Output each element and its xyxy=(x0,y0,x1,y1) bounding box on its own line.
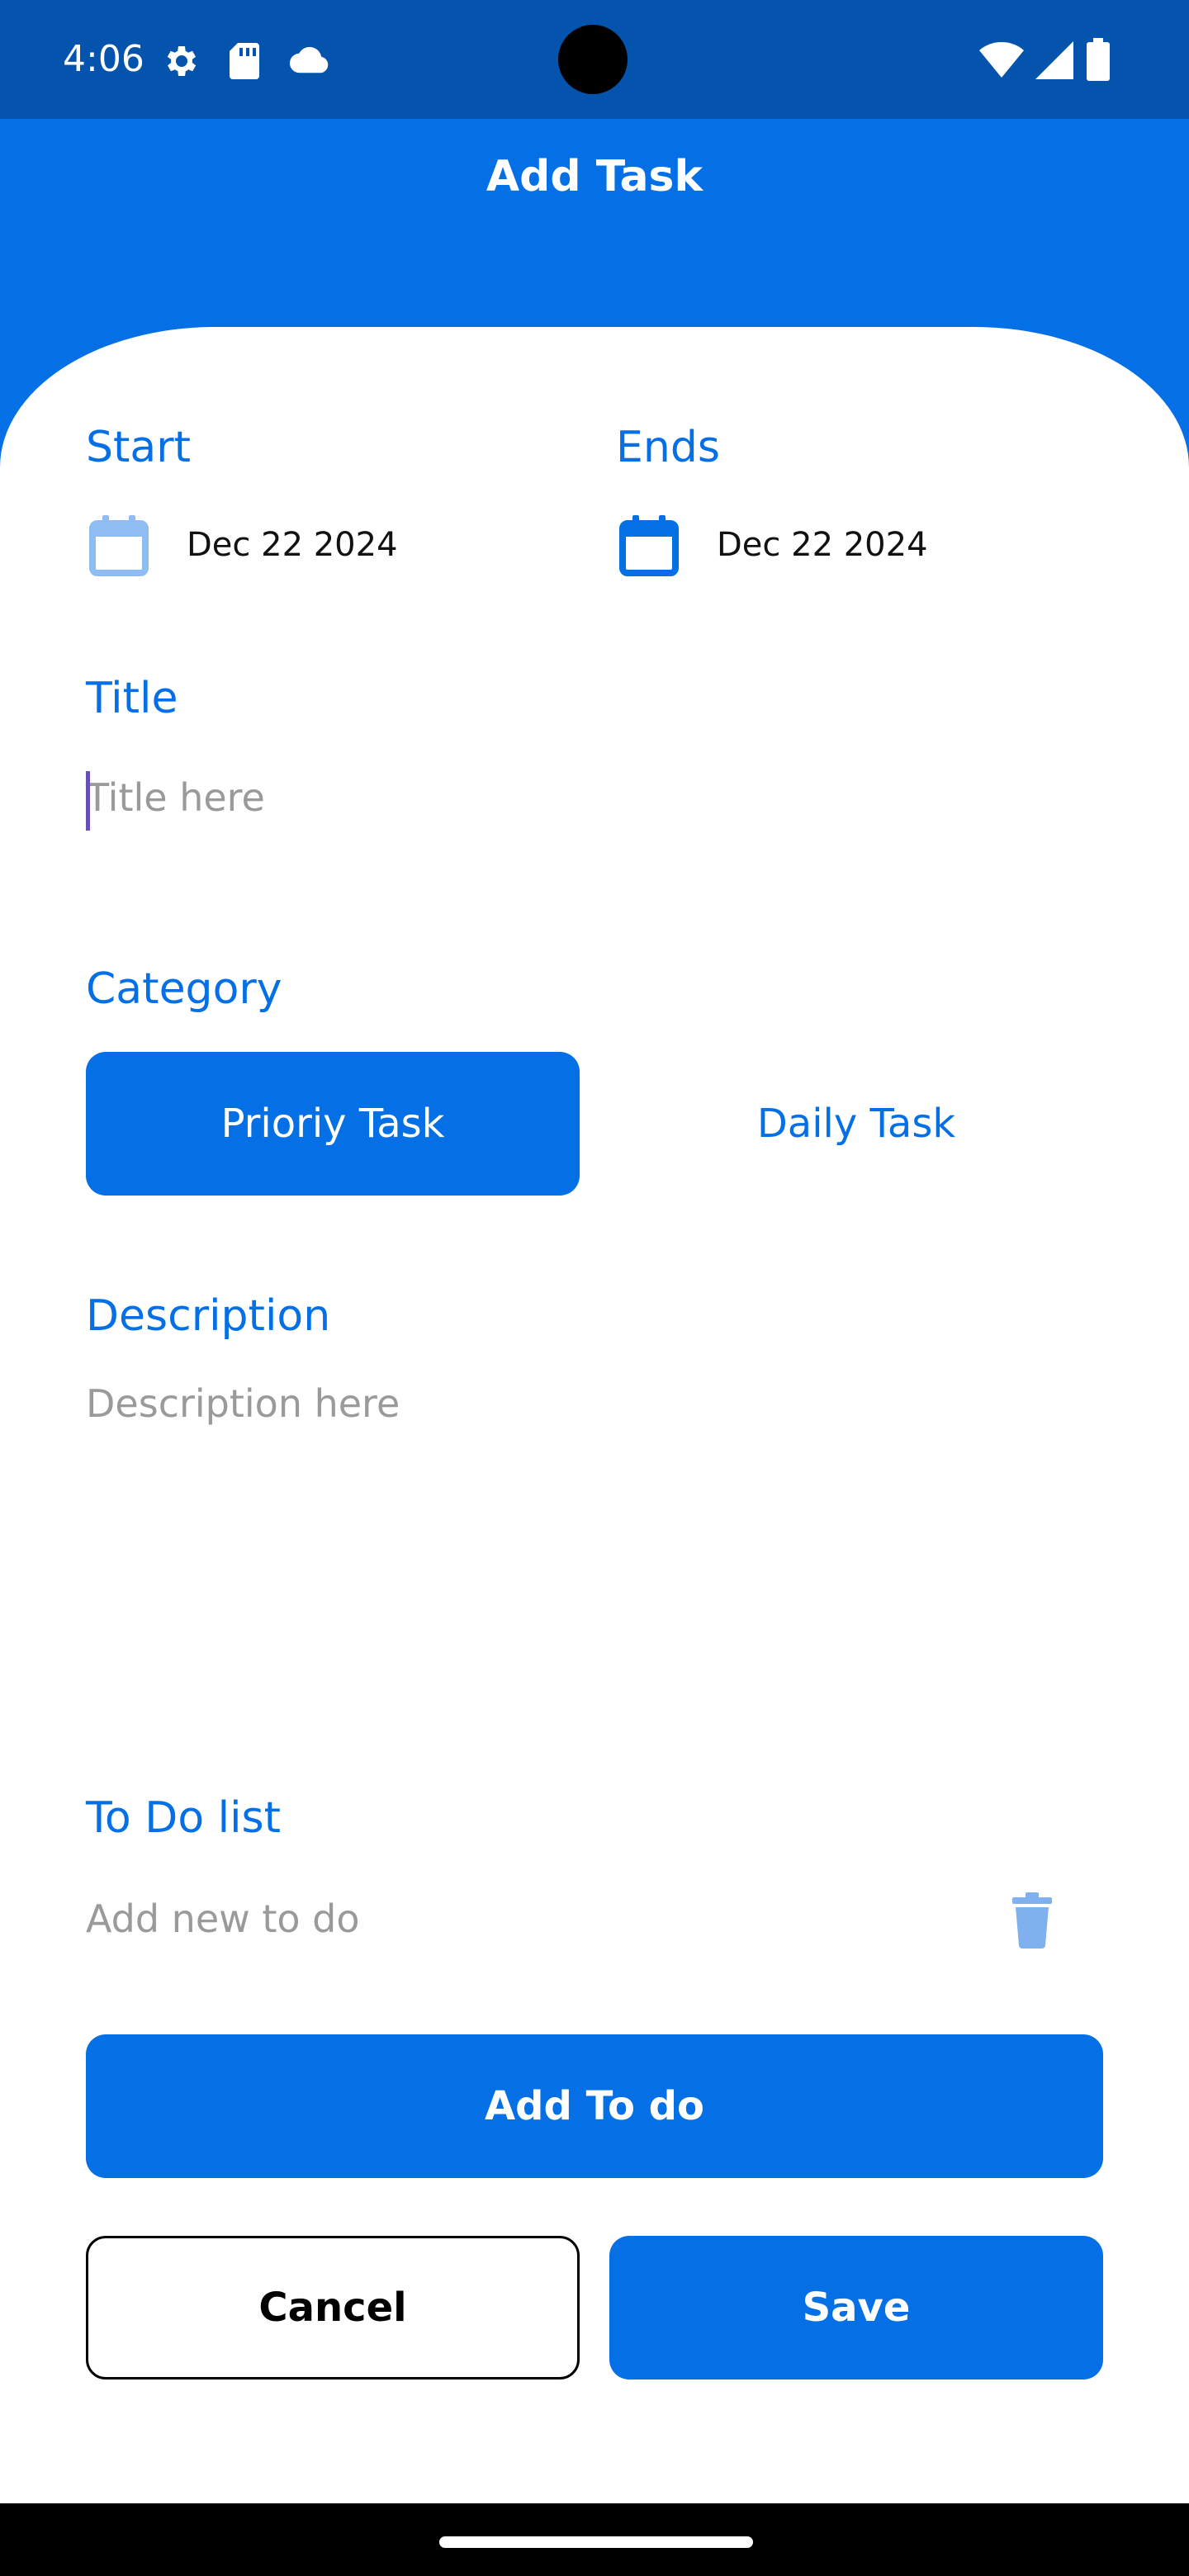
text-cursor xyxy=(86,771,90,831)
title-label: Title xyxy=(86,674,178,723)
title-placeholder: Title here xyxy=(86,775,265,820)
page-title: Add Task xyxy=(486,152,703,201)
start-date-value: Dec 22 2024 xyxy=(187,526,398,564)
battery-icon xyxy=(1087,38,1110,81)
status-time: 4:06 xyxy=(63,38,144,80)
add-todo-button[interactable]: Add To do xyxy=(86,2034,1103,2178)
wifi-icon xyxy=(979,41,1024,79)
daily-task-option[interactable]: Daily Task xyxy=(609,1052,1103,1196)
front-camera xyxy=(558,25,628,94)
cloud-icon xyxy=(286,45,330,74)
signal-icon xyxy=(1035,41,1073,79)
category-label: Category xyxy=(86,964,282,1014)
save-button[interactable]: Save xyxy=(609,2236,1103,2379)
settings-icon xyxy=(162,41,201,81)
start-date-picker[interactable]: Dec 22 2024 xyxy=(86,509,499,578)
title-input[interactable]: Title here xyxy=(86,760,1103,842)
start-label: Start xyxy=(86,423,192,472)
ends-label: Ends xyxy=(616,423,720,472)
description-input[interactable]: Description here xyxy=(86,1371,1103,1651)
delete-icon[interactable] xyxy=(1009,1892,1055,1949)
new-todo-input[interactable]: Add new to do xyxy=(86,1884,961,1958)
calendar-icon xyxy=(616,512,682,578)
home-handle[interactable] xyxy=(439,2536,753,2548)
end-date-picker[interactable]: Dec 22 2024 xyxy=(616,509,1029,578)
description-placeholder: Description here xyxy=(86,1381,400,1426)
calendar-icon xyxy=(86,512,152,578)
priority-task-option[interactable]: Prioriy Task xyxy=(86,1052,580,1196)
todo-label: To Do list xyxy=(86,1793,282,1843)
cancel-button[interactable]: Cancel xyxy=(86,2236,580,2379)
end-date-value: Dec 22 2024 xyxy=(717,526,928,564)
new-todo-placeholder: Add new to do xyxy=(86,1896,360,1941)
sd-card-icon xyxy=(228,41,261,81)
description-label: Description xyxy=(86,1291,331,1341)
system-navigation-bar xyxy=(0,2503,1189,2576)
